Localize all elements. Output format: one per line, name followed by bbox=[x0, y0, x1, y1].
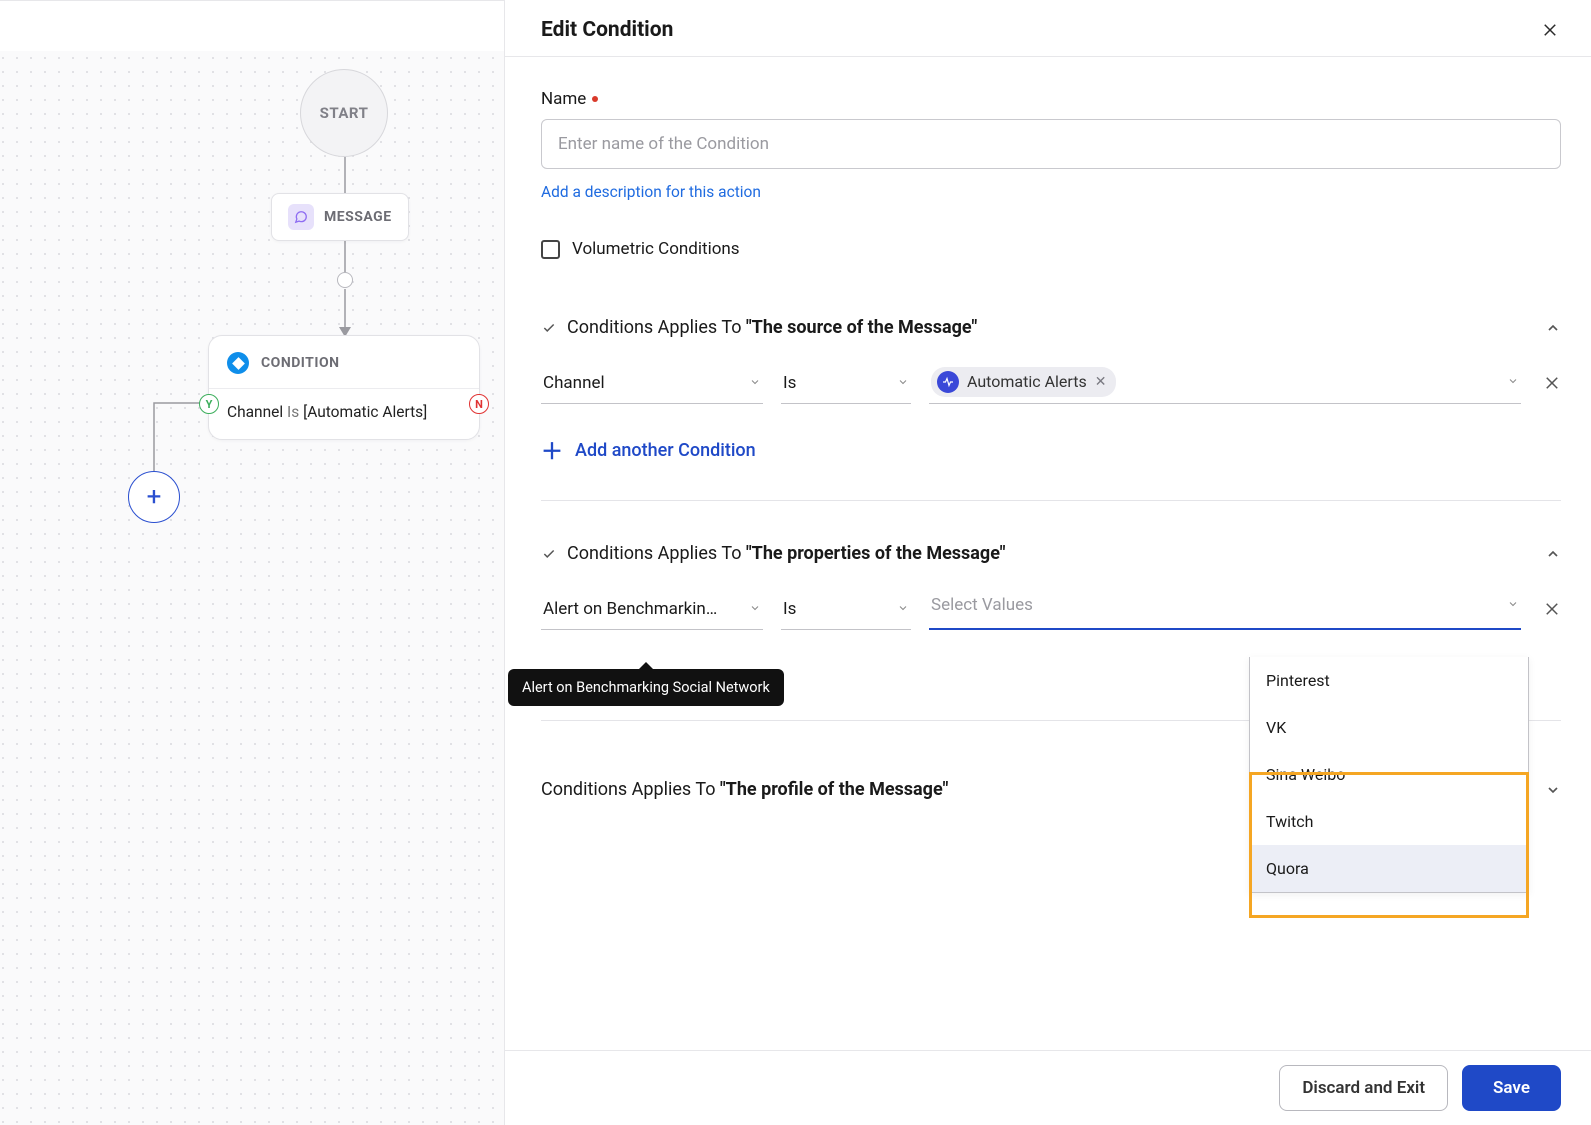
volumetric-checkbox[interactable] bbox=[541, 240, 560, 259]
condition-row-1: Channel Is Automatic Alerts ✕ bbox=[541, 366, 1561, 404]
plus-icon: ＋ bbox=[541, 434, 563, 466]
section-divider bbox=[541, 500, 1561, 501]
condition-node-body: Channel Is [Automatic Alerts] bbox=[209, 389, 479, 439]
start-node[interactable]: START bbox=[300, 69, 388, 157]
chevron-down-icon bbox=[1507, 372, 1519, 391]
save-button[interactable]: Save bbox=[1462, 1065, 1561, 1111]
no-badge: N bbox=[469, 394, 489, 414]
remove-row-button[interactable] bbox=[1543, 600, 1561, 622]
chevron-down-icon bbox=[897, 599, 909, 619]
dropdown-item-sina-weibo[interactable]: Sina Weibo bbox=[1250, 751, 1528, 798]
canvas-top-strip bbox=[0, 1, 504, 51]
dropdown-item-vk[interactable]: VK bbox=[1250, 704, 1528, 751]
volumetric-label: Volumetric Conditions bbox=[572, 239, 740, 259]
volumetric-checkbox-row[interactable]: Volumetric Conditions bbox=[541, 239, 1561, 259]
field-select-text: Alert on Benchmarking ... bbox=[543, 599, 725, 619]
chevron-down-icon bbox=[1507, 595, 1519, 615]
add-node-button[interactable]: + bbox=[128, 471, 180, 523]
condition-node-head: CONDITION bbox=[209, 336, 479, 389]
section-source-header[interactable]: Conditions Applies To "The source of the… bbox=[541, 317, 1561, 338]
panel-title: Edit Condition bbox=[541, 18, 673, 42]
dropdown-item-twitch[interactable]: Twitch bbox=[1250, 798, 1528, 845]
field-select-text: Channel bbox=[543, 373, 605, 393]
section-source-prefix: Conditions Applies To bbox=[567, 317, 746, 338]
section-properties-prefix: Conditions Applies To bbox=[567, 543, 746, 564]
field-select-alert-benchmarking[interactable]: Alert on Benchmarking ... bbox=[541, 593, 763, 630]
condition-node[interactable]: CONDITION Channel Is [Automatic Alerts] … bbox=[208, 335, 480, 440]
chevron-down-icon bbox=[749, 373, 761, 393]
chip-label: Automatic Alerts bbox=[967, 372, 1087, 391]
section-source-bold: "The source of the Message" bbox=[746, 317, 977, 338]
cond-op-text: Is bbox=[287, 403, 303, 421]
message-icon bbox=[288, 204, 314, 230]
condition-label: CONDITION bbox=[261, 355, 340, 371]
discard-button[interactable]: Discard and Exit bbox=[1279, 1065, 1448, 1111]
yes-badge: Y bbox=[199, 394, 219, 414]
chevron-down-icon bbox=[749, 599, 761, 619]
value-select-1[interactable]: Automatic Alerts ✕ bbox=[929, 366, 1521, 404]
name-label-text: Name bbox=[541, 89, 586, 109]
section-source: Conditions Applies To "The source of the… bbox=[541, 317, 1561, 501]
dropdown-item-pinterest[interactable]: Pinterest bbox=[1250, 657, 1528, 704]
remove-row-button[interactable] bbox=[1543, 374, 1561, 396]
message-label: MESSAGE bbox=[324, 209, 392, 225]
cond-field-text: Channel bbox=[227, 403, 287, 421]
chevron-up-icon bbox=[1545, 546, 1561, 562]
section-properties-header[interactable]: Conditions Applies To "The properties of… bbox=[541, 543, 1561, 564]
add-condition-button[interactable]: ＋ Add another Condition bbox=[541, 434, 1561, 466]
alert-pulse-icon bbox=[937, 371, 959, 393]
plus-icon: + bbox=[147, 482, 162, 512]
chevron-up-icon bbox=[1545, 320, 1561, 336]
dropdown-item-quora[interactable]: Quora bbox=[1250, 845, 1528, 892]
condition-icon bbox=[227, 352, 249, 374]
operator-select-1[interactable]: Is bbox=[781, 367, 911, 404]
add-condition-label: Add another Condition bbox=[575, 440, 756, 461]
field-select-channel[interactable]: Channel bbox=[541, 367, 763, 404]
check-icon bbox=[541, 546, 557, 562]
start-label: START bbox=[320, 104, 369, 122]
cond-value-text: [Automatic Alerts] bbox=[303, 403, 427, 421]
operator-select-2[interactable]: Is bbox=[781, 593, 911, 630]
message-node[interactable]: MESSAGE bbox=[271, 193, 409, 241]
value-chip-automatic-alerts: Automatic Alerts ✕ bbox=[931, 367, 1116, 397]
panel-body: Name Add a description for this action V… bbox=[505, 57, 1591, 1050]
workflow-canvas[interactable]: START MESSAGE CONDITION Channel Is [Auto… bbox=[0, 0, 504, 1125]
chevron-down-icon bbox=[897, 373, 909, 393]
operator-text: Is bbox=[783, 373, 796, 393]
chevron-down-icon bbox=[1545, 782, 1561, 798]
chip-remove-icon[interactable]: ✕ bbox=[1095, 374, 1107, 390]
value-placeholder: Select Values bbox=[931, 595, 1033, 615]
operator-text: Is bbox=[783, 599, 796, 619]
edit-condition-panel: Edit Condition Name Add a description fo… bbox=[504, 0, 1591, 1125]
connector-dot bbox=[337, 272, 353, 288]
values-dropdown[interactable]: Pinterest VK Sina Weibo Twitch Quora bbox=[1249, 657, 1529, 893]
check-icon bbox=[541, 320, 557, 336]
section-profile-bold: "The profile of the Message" bbox=[720, 779, 948, 800]
panel-header: Edit Condition bbox=[505, 0, 1591, 57]
required-indicator bbox=[592, 96, 598, 102]
value-select-2[interactable]: Select Values bbox=[929, 592, 1521, 630]
condition-row-2: Alert on Benchmarking ... Is Select Valu… bbox=[541, 592, 1561, 630]
name-field-label: Name bbox=[541, 89, 1561, 109]
field-tooltip: Alert on Benchmarking Social Network bbox=[508, 669, 784, 706]
name-input[interactable] bbox=[541, 119, 1561, 169]
section-properties-bold: "The properties of the Message" bbox=[746, 543, 1006, 564]
close-button[interactable] bbox=[1539, 19, 1561, 41]
panel-footer: Discard and Exit Save bbox=[505, 1050, 1591, 1125]
section-profile-prefix: Conditions Applies To bbox=[541, 779, 720, 800]
add-description-link[interactable]: Add a description for this action bbox=[541, 183, 761, 201]
